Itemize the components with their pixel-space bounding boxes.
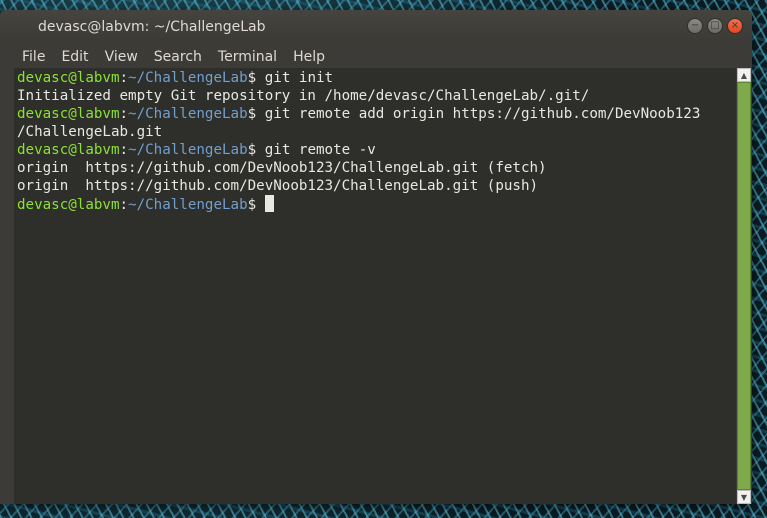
- prompt-path: ~/ChallengeLab: [128, 106, 248, 122]
- terminal-window: devasc@labvm: ~/ChallengeLab − □ × File …: [0, 10, 752, 504]
- maximize-button[interactable]: □: [707, 18, 723, 34]
- prompt-dollar: $: [247, 106, 265, 122]
- minimize-icon: −: [690, 20, 700, 31]
- window-title: devasc@labvm: ~/ChallengeLab: [38, 19, 266, 35]
- prompt-dollar: $: [247, 70, 265, 86]
- output-text: Initialized empty Git repository in /hom…: [17, 88, 590, 104]
- terminal-prompt-line: devasc@labvm:~/ChallengeLab$ git init: [17, 69, 736, 87]
- command-text: git init: [264, 70, 334, 86]
- scroll-up-button[interactable]: ▲: [737, 68, 751, 82]
- scroll-thumb[interactable]: [737, 82, 751, 490]
- prompt-user: devasc@labvm: [17, 106, 120, 122]
- menu-view[interactable]: View: [97, 49, 146, 65]
- terminal-prompt-line: devasc@labvm:~/ChallengeLab$ git remote …: [17, 141, 736, 159]
- terminal-output-line: /ChallengeLab.git: [17, 123, 736, 141]
- window-controls: − □ ×: [687, 18, 743, 34]
- prompt-user: devasc@labvm: [17, 142, 120, 158]
- arrow-up-icon: ▲: [740, 70, 748, 80]
- terminal-output-line: Initialized empty Git repository in /hom…: [17, 87, 736, 105]
- terminal-prompt-line: devasc@labvm:~/ChallengeLab$ git remote …: [17, 105, 736, 123]
- minimize-button[interactable]: −: [687, 18, 703, 34]
- output-text: origin https://github.com/DevNoob123/Cha…: [17, 160, 547, 176]
- close-button[interactable]: ×: [727, 18, 743, 34]
- prompt-user: devasc@labvm: [17, 197, 120, 213]
- menu-edit[interactable]: Edit: [53, 49, 96, 65]
- terminal-output-line: origin https://github.com/DevNoob123/Cha…: [17, 159, 736, 177]
- menu-terminal[interactable]: Terminal: [210, 49, 285, 65]
- menu-bar: File Edit View Search Terminal Help: [0, 44, 752, 70]
- vertical-scrollbar[interactable]: ▲ ▼: [736, 68, 752, 504]
- text-cursor: [264, 195, 274, 212]
- title-bar[interactable]: devasc@labvm: ~/ChallengeLab − □ ×: [0, 10, 752, 44]
- terminal-prompt-line: devasc@labvm:~/ChallengeLab$: [17, 195, 736, 213]
- terminal-output-line: origin https://github.com/DevNoob123/Cha…: [17, 177, 736, 195]
- command-text: git remote add origin https://github.com…: [264, 106, 701, 122]
- prompt-separator: :: [119, 106, 129, 122]
- prompt-path: ~/ChallengeLab: [128, 197, 248, 213]
- menu-file[interactable]: File: [0, 49, 53, 65]
- prompt-user: devasc@labvm: [17, 70, 120, 86]
- scroll-down-button[interactable]: ▼: [737, 490, 751, 504]
- arrow-down-icon: ▼: [740, 492, 748, 502]
- terminal-output[interactable]: devasc@labvm:~/ChallengeLab$ git init Ini…: [14, 68, 736, 504]
- prompt-dollar: $: [247, 197, 265, 213]
- close-icon: ×: [730, 20, 740, 31]
- output-text: origin https://github.com/DevNoob123/Cha…: [17, 178, 539, 194]
- prompt-separator: :: [119, 70, 129, 86]
- maximize-icon: □: [710, 20, 720, 31]
- prompt-dollar: $: [247, 142, 265, 158]
- output-text: /ChallengeLab.git: [17, 124, 163, 140]
- command-text: git remote -v: [264, 142, 376, 158]
- prompt-separator: :: [119, 142, 129, 158]
- menu-help[interactable]: Help: [285, 49, 333, 65]
- prompt-separator: :: [119, 197, 129, 213]
- menu-search[interactable]: Search: [146, 49, 210, 65]
- prompt-path: ~/ChallengeLab: [128, 142, 248, 158]
- prompt-path: ~/ChallengeLab: [128, 70, 248, 86]
